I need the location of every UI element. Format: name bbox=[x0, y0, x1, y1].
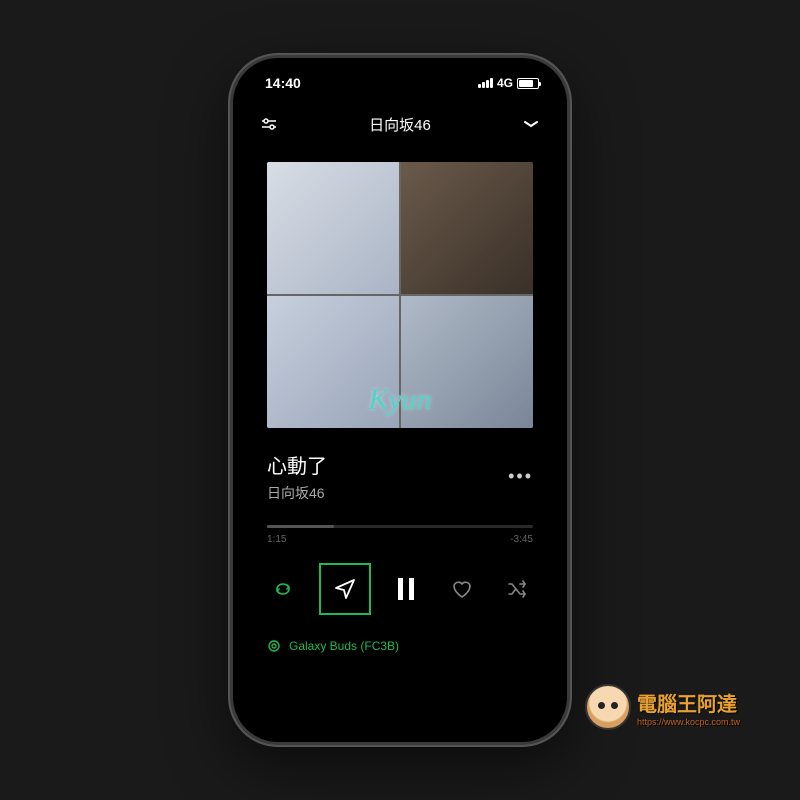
time-remaining: -3:45 bbox=[510, 534, 533, 545]
notch bbox=[315, 58, 485, 86]
mute-switch bbox=[230, 178, 233, 206]
status-time: 14:40 bbox=[265, 75, 301, 91]
track-artist: 日向坂46 bbox=[267, 483, 327, 503]
repeat-button[interactable] bbox=[263, 569, 303, 609]
track-title: 心動了 bbox=[267, 450, 327, 479]
watermark-url: https://www.kocpc.com.tw bbox=[637, 717, 740, 727]
cast-icon bbox=[267, 639, 281, 653]
progress-bar[interactable]: 1:15 -3:45 bbox=[267, 525, 533, 545]
watermark-title: 電腦王阿達 bbox=[637, 694, 737, 716]
shuffle-button[interactable] bbox=[497, 569, 537, 609]
status-right: 4G bbox=[478, 76, 539, 90]
battery-icon bbox=[517, 78, 539, 89]
watermark: 電腦王阿達 https://www.kocpc.com.tw bbox=[585, 684, 740, 730]
playback-controls bbox=[263, 563, 537, 615]
nav-bar: 日向坂46 bbox=[237, 104, 563, 144]
progress-fill bbox=[267, 525, 334, 528]
volume-up-button bbox=[230, 228, 233, 276]
settings-icon[interactable] bbox=[257, 112, 281, 136]
share-button[interactable] bbox=[319, 563, 371, 615]
volume-down-button bbox=[230, 286, 233, 334]
power-button bbox=[567, 238, 570, 316]
album-art[interactable]: Kyun bbox=[267, 162, 533, 428]
network-label: 4G bbox=[497, 76, 513, 90]
phone-frame: 14:40 4G 日向坂46 Kyun bbox=[230, 55, 570, 745]
device-name: Galaxy Buds (FC3B) bbox=[289, 639, 399, 653]
screen: 14:40 4G 日向坂46 Kyun bbox=[237, 62, 563, 738]
watermark-avatar bbox=[585, 684, 631, 730]
collapse-icon[interactable] bbox=[519, 112, 543, 136]
pause-button[interactable] bbox=[386, 569, 426, 609]
track-info: 心動了 日向坂46 ••• bbox=[267, 450, 533, 503]
nav-title: 日向坂46 bbox=[369, 114, 431, 135]
audio-device-row[interactable]: Galaxy Buds (FC3B) bbox=[267, 639, 533, 653]
time-elapsed: 1:15 bbox=[267, 534, 286, 545]
more-button[interactable]: ••• bbox=[508, 466, 533, 487]
like-button[interactable] bbox=[442, 569, 482, 609]
